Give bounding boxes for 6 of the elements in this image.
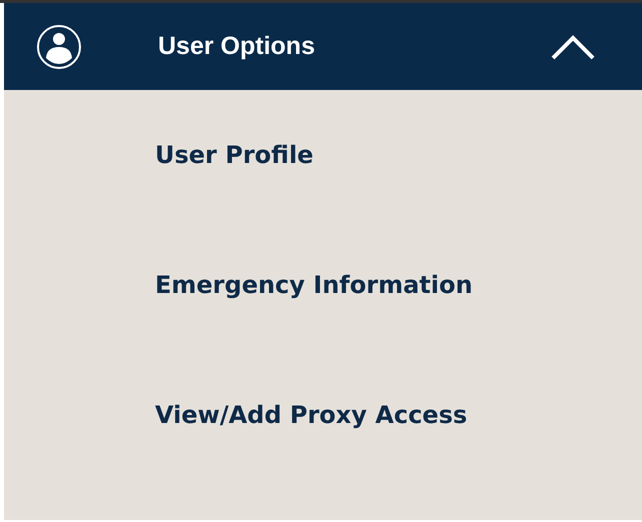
user-circle-icon [36, 24, 82, 70]
menu-link[interactable]: User Profile [155, 130, 314, 260]
chevron-up-icon [550, 32, 596, 60]
user-options-header[interactable]: User Options [4, 3, 642, 90]
menu-link[interactable]: Emergency Information [155, 260, 473, 390]
menu-link[interactable]: View/Add Proxy Access [155, 390, 468, 520]
